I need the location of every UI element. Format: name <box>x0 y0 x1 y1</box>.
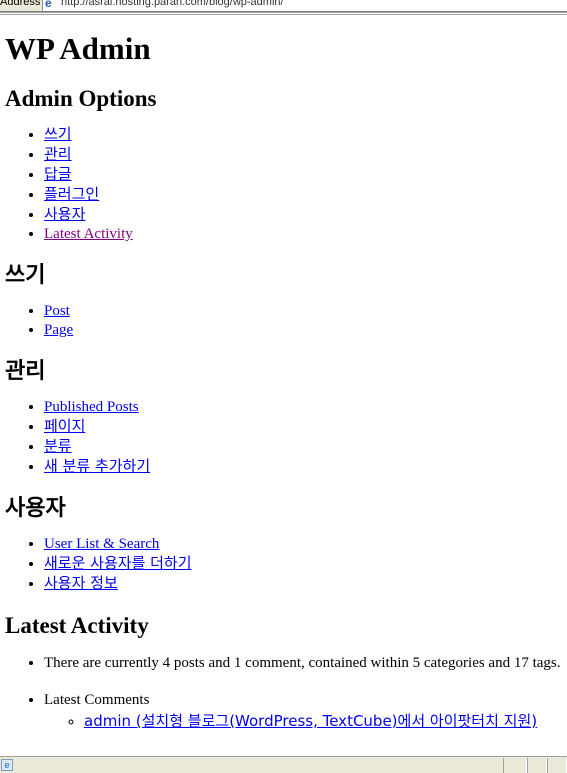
list-item: Post <box>44 302 567 321</box>
list-item: Published Posts <box>44 398 567 417</box>
comment-link[interactable]: admin (설치형 블로그(WordPress, TextCube)에서 아이… <box>84 712 537 730</box>
list-item: User List & Search <box>44 535 567 554</box>
list-item: 분류 <box>44 437 567 457</box>
nav-link-plugins[interactable]: 플러그인 <box>44 185 99 203</box>
address-bar: Address e http://asrai.hosting.paran.com… <box>0 0 567 12</box>
manage-list: Published Posts 페이지 분류 새 분류 추가하기 <box>5 398 567 477</box>
pages-link[interactable]: 페이지 <box>44 417 85 435</box>
write-post-link[interactable]: Post <box>44 303 70 319</box>
comments-list: admin (설치형 블로그(WordPress, TextCube)에서 아이… <box>44 712 567 732</box>
address-url[interactable]: http://asrai.hosting.paran.com/blog/wp-a… <box>61 0 284 8</box>
list-item: 사용자 <box>44 205 567 225</box>
list-item: admin (설치형 블로그(WordPress, TextCube)에서 아이… <box>84 712 567 732</box>
list-item: 쓰기 <box>44 125 567 145</box>
page-status-icon: e <box>1 759 13 771</box>
write-page-link[interactable]: Page <box>44 322 73 338</box>
nav-link-users[interactable]: 사용자 <box>44 205 85 223</box>
list-item: 사용자 정보 <box>44 574 567 594</box>
categories-link[interactable]: 분류 <box>44 437 72 455</box>
user-list-search-link[interactable]: User List & Search <box>44 536 159 552</box>
latest-activity-heading: Latest Activity <box>5 613 149 638</box>
activity-list: There are currently 4 posts and 1 commen… <box>5 654 567 732</box>
admin-options-list: 쓰기 관리 답글 플러그인 사용자 Latest Activity <box>5 125 567 244</box>
list-item: 관리 <box>44 145 567 165</box>
nav-link-latest-activity[interactable]: Latest Activity <box>44 226 133 242</box>
status-panel <box>527 758 547 773</box>
add-user-link[interactable]: 새로운 사용자를 더하기 <box>44 554 192 572</box>
list-item: Latest Activity <box>44 225 567 244</box>
latest-comments-label: Latest Comments <box>44 692 150 708</box>
latest-comments-item: Latest Comments admin (설치형 블로그(WordPress… <box>44 691 567 732</box>
status-bar: e <box>0 756 567 773</box>
add-category-link[interactable]: 새 분류 추가하기 <box>44 457 150 475</box>
list-item: 페이지 <box>44 417 567 437</box>
users-list: User List & Search 새로운 사용자를 더하기 사용자 정보 <box>5 535 567 594</box>
list-item: 답글 <box>44 165 567 185</box>
write-heading: 쓰기 <box>5 263 46 288</box>
status-panel <box>547 758 567 773</box>
address-label: Address <box>0 0 41 8</box>
nav-link-comments[interactable]: 답글 <box>44 165 72 183</box>
page-content: WP Admin Admin Options 쓰기 관리 답글 플러그인 사용자… <box>0 15 567 756</box>
write-list: Post Page <box>5 302 567 340</box>
list-item: 새로운 사용자를 더하기 <box>44 554 567 574</box>
admin-options-heading: Admin Options <box>5 86 157 111</box>
manage-heading: 관리 <box>5 359 46 384</box>
nav-link-write[interactable]: 쓰기 <box>44 125 72 143</box>
list-item: 플러그인 <box>44 185 567 205</box>
ie-page-icon: e <box>45 0 52 10</box>
user-profile-link[interactable]: 사용자 정보 <box>44 574 118 592</box>
page-title: WP Admin <box>5 31 151 66</box>
published-posts-link[interactable]: Published Posts <box>44 399 139 415</box>
list-item: Page <box>44 321 567 340</box>
activity-summary: There are currently 4 posts and 1 commen… <box>44 654 567 673</box>
address-field[interactable]: e http://asrai.hosting.paran.com/blog/wp… <box>42 0 567 11</box>
list-item: 새 분류 추가하기 <box>44 457 567 477</box>
users-heading: 사용자 <box>5 496 66 521</box>
status-panel <box>503 758 527 773</box>
nav-link-manage[interactable]: 관리 <box>44 145 72 163</box>
